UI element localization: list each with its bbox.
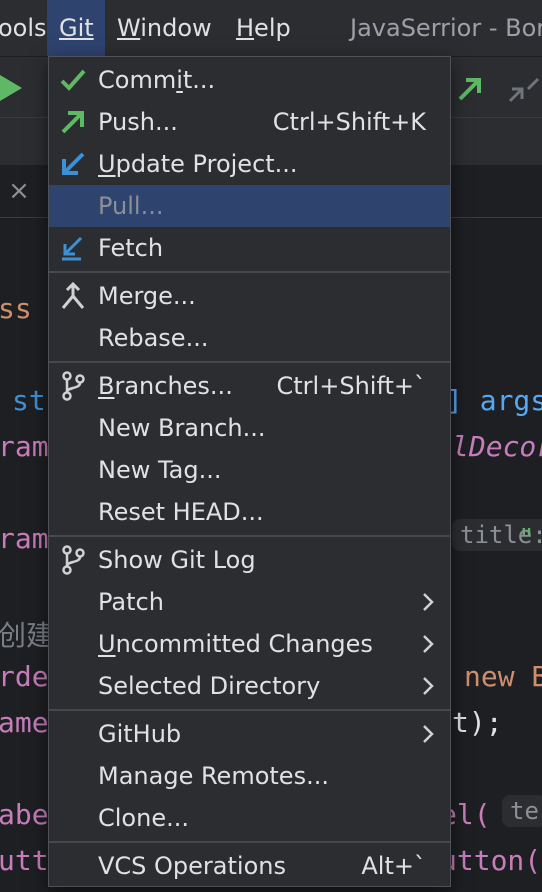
branches-shortcut: Ctrl+Shift+`	[276, 372, 426, 400]
menu-tools[interactable]: ools	[0, 0, 47, 56]
menu-help-rest: elp	[254, 14, 291, 42]
menu-item-merge[interactable]: Merge...	[49, 275, 450, 317]
uncommitted-changes-label: Uncommitted Changes	[98, 630, 373, 658]
menu-item-clone[interactable]: Clone...	[49, 797, 450, 839]
reset-head-label: Reset HEAD...	[98, 498, 264, 526]
clone-label: Clone...	[98, 804, 189, 832]
check-icon	[60, 69, 86, 91]
manage-remotes-label: Manage Remotes...	[98, 762, 329, 790]
code-line-6-right: new B	[464, 660, 542, 693]
fetch-icon	[62, 236, 83, 261]
menu-item-push[interactable]: Push... Ctrl+Shift+K	[49, 101, 450, 143]
code-line-2-right: ] args	[446, 384, 542, 417]
code-line-6: rde	[0, 660, 49, 693]
branch-icon	[62, 371, 85, 401]
menu-item-show-git-log[interactable]: Show Git Log	[49, 539, 450, 581]
push-shortcut: Ctrl+Shift+K	[272, 108, 426, 136]
new-tag-label: New Tag...	[98, 456, 222, 484]
tab-close-icon[interactable]: ×	[0, 168, 38, 214]
push-icon	[61, 111, 84, 134]
window-title: JavaSerrior - Bor	[350, 14, 542, 42]
push-label: Push...	[98, 108, 178, 136]
chevron-right-icon	[423, 635, 434, 653]
update-arrow-icon	[62, 152, 85, 175]
code-line-7-right: t);	[452, 706, 503, 739]
param-hint-te: te	[502, 795, 542, 827]
menu-window-rest: indow	[140, 14, 212, 42]
code-line-3-right: lDecor	[452, 430, 542, 463]
compare-icon[interactable]	[506, 75, 542, 105]
menu-git-label: Git	[59, 14, 94, 42]
code-line-8: abe	[0, 798, 49, 831]
menu-item-branches[interactable]: Branches... Ctrl+Shift+`	[49, 365, 450, 407]
menu-item-rebase[interactable]: Rebase...	[49, 317, 450, 359]
run-icon[interactable]	[0, 73, 24, 103]
code-line-9-right: utton(	[440, 844, 542, 877]
merge-label: Merge...	[98, 282, 196, 310]
chevron-right-icon	[423, 677, 434, 695]
chevron-right-icon	[423, 725, 434, 743]
branches-label: Branches...	[98, 372, 233, 400]
menu-separator	[49, 361, 450, 363]
pull-label: Pull...	[98, 192, 164, 220]
push-arrow-icon[interactable]	[456, 75, 484, 103]
commit-label: Commit...	[98, 66, 216, 94]
code-line-2: st	[12, 384, 46, 417]
menu-separator	[49, 841, 450, 843]
menu-window-label: W	[117, 14, 141, 42]
vcs-operations-label: VCS Operations	[98, 852, 286, 880]
menu-separator	[49, 535, 450, 537]
menu-help[interactable]: Help	[236, 0, 291, 56]
menu-item-update-project[interactable]: Update Project...	[49, 143, 450, 185]
code-line-3: ram	[0, 430, 49, 463]
patch-label: Patch	[98, 588, 164, 616]
code-line-4-right: "	[518, 522, 535, 555]
menu-item-new-branch[interactable]: New Branch...	[49, 407, 450, 449]
github-label: GitHub	[98, 720, 182, 748]
rebase-label: Rebase...	[98, 324, 209, 352]
new-branch-label: New Branch...	[98, 414, 266, 442]
menu-item-uncommitted-changes[interactable]: Uncommitted Changes	[49, 623, 450, 665]
menu-item-vcs-operations[interactable]: VCS Operations Alt+`	[49, 845, 450, 887]
code-comment: 创建	[0, 619, 55, 652]
code-line-9: utt	[0, 844, 49, 877]
git-menu: Commit... Push... Ctrl+Shift+K Update Pr…	[48, 56, 451, 887]
fetch-label: Fetch	[98, 234, 164, 262]
menu-item-patch[interactable]: Patch	[49, 581, 450, 623]
menu-item-fetch[interactable]: Fetch	[49, 227, 450, 269]
menu-item-manage-remotes[interactable]: Manage Remotes...	[49, 755, 450, 797]
chevron-right-icon	[423, 593, 434, 611]
menu-help-label: H	[236, 14, 255, 42]
update-project-label: Update Project...	[98, 150, 298, 178]
menu-window[interactable]: Window	[117, 0, 212, 56]
menu-separator	[49, 271, 450, 273]
menu-item-commit[interactable]: Commit...	[49, 59, 450, 101]
git-log-icon	[62, 545, 85, 575]
code-line-4: ram	[0, 522, 49, 555]
menu-item-pull[interactable]: Pull...	[49, 185, 450, 227]
code-line-1: ss	[0, 292, 32, 325]
vcs-operations-shortcut: Alt+`	[361, 852, 426, 880]
code-line-7: ame	[0, 706, 49, 739]
menu-git[interactable]: Git	[47, 0, 105, 56]
menu-item-selected-directory[interactable]: Selected Directory	[49, 665, 450, 707]
menu-item-reset-head[interactable]: Reset HEAD...	[49, 491, 450, 533]
merge-icon	[61, 281, 85, 309]
menu-item-new-tag[interactable]: New Tag...	[49, 449, 450, 491]
main-menubar: ools Git Window Help JavaSerrior - Bor	[0, 0, 542, 57]
menu-item-github[interactable]: GitHub	[49, 713, 450, 755]
menu-separator	[49, 709, 450, 711]
selected-directory-label: Selected Directory	[98, 672, 321, 700]
show-git-log-label: Show Git Log	[98, 546, 256, 574]
